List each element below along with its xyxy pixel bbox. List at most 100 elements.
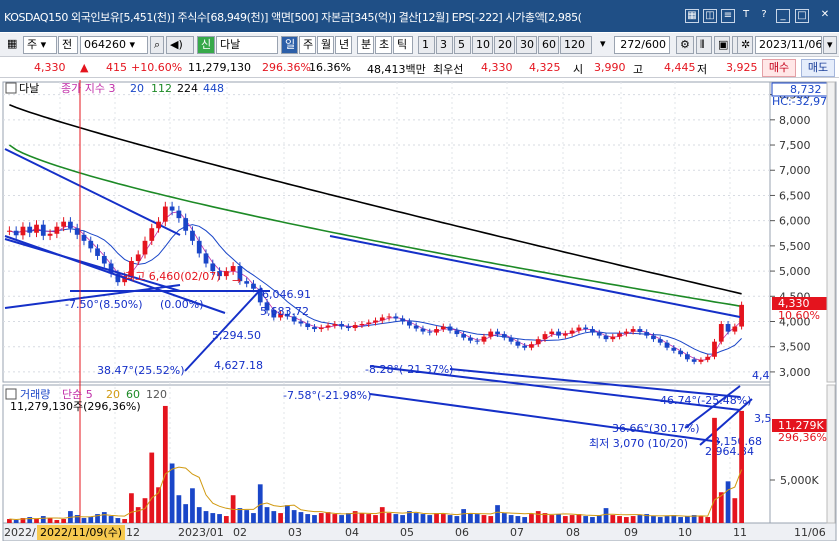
buy-button[interactable]: 매수 [762, 59, 796, 77]
volume-bar [101, 512, 107, 523]
low-label: 저 [697, 63, 708, 76]
candle-body [698, 359, 704, 362]
price-change-pct: +10.60% [131, 61, 183, 74]
volume-bar [705, 517, 711, 523]
settings-gear-icon[interactable]: ✲ [737, 36, 753, 54]
candle-body [149, 228, 155, 241]
hc-label: HC:-32,97 [772, 95, 827, 108]
candle-body [27, 226, 33, 233]
arrow-right-icon: → [232, 274, 241, 287]
interval-1[interactable]: 1 [418, 36, 435, 54]
interval-120[interactable]: 120 [560, 36, 592, 54]
volume-bar [190, 488, 195, 523]
volume-bar [522, 517, 528, 523]
candle-body [54, 226, 60, 234]
list-icon[interactable]: ≡ [721, 9, 735, 23]
volume-bar [217, 514, 222, 523]
candle-body [718, 324, 724, 342]
volume-bar [698, 516, 704, 523]
volume-bar [47, 518, 53, 523]
legend-checkbox[interactable] [5, 82, 17, 94]
volume-bar [583, 516, 589, 523]
period-tab-month[interactable]: 월 [317, 36, 334, 54]
candle-body [40, 224, 46, 236]
interval-3[interactable]: 3 [436, 36, 453, 54]
volume-bar [135, 507, 141, 523]
candle-body [590, 329, 595, 333]
grid-icon[interactable]: ▦ [685, 9, 699, 23]
volume-bar [739, 410, 744, 523]
maximize-icon[interactable]: □ [795, 9, 809, 23]
date-input[interactable]: 2023/11/06 [755, 36, 822, 54]
volume-bar [447, 515, 453, 523]
minimize-icon[interactable]: _ [776, 9, 790, 23]
grid-toggle-icon[interactable]: ▦ [4, 36, 22, 54]
volume-bar [318, 513, 324, 523]
period-tab-tick[interactable]: 틱 [393, 36, 413, 54]
price-scrollbar[interactable] [826, 81, 836, 383]
interval-60[interactable]: 60 [538, 36, 559, 54]
candle-body [535, 339, 541, 345]
volume-bar [386, 513, 392, 523]
stock-chart[interactable]: 3,0003,5004,0004,5005,0005,5006,0006,500… [0, 79, 839, 541]
y-tick-label: 6,000 [779, 215, 811, 228]
stock-code-input[interactable]: 064260 ▾ [80, 36, 148, 54]
volume-scrollbar[interactable] [826, 384, 836, 524]
candle-body [251, 283, 256, 289]
interval-5[interactable]: 5 [454, 36, 471, 54]
interval-30[interactable]: 30 [516, 36, 537, 54]
volume-bar [535, 511, 541, 523]
volume-ratio: 296.36% [262, 61, 311, 74]
close-icon[interactable]: ✕ [818, 9, 832, 23]
candle-body [142, 240, 148, 255]
code-prefix-button[interactable]: 전 [58, 36, 78, 54]
candle-body [481, 336, 487, 342]
volume-bar [623, 517, 629, 523]
period-tab-week[interactable]: 주 [299, 36, 316, 54]
candle-body [630, 329, 636, 332]
calendar-icon[interactable]: ▾ [823, 36, 837, 54]
chevron-down-icon[interactable]: ▾ [597, 36, 611, 54]
candle-body [176, 210, 182, 219]
period-tab-second[interactable]: 초 [375, 36, 392, 54]
candle-body [7, 230, 12, 232]
candle-body [373, 320, 378, 323]
period-tab-minute[interactable]: 분 [357, 36, 374, 54]
toolbar: ▦ 주 ▾ 전 064260 ▾ ⌕ ◀) 신 다날 일 주 월 년 분 초 틱… [0, 33, 839, 57]
candle-body [427, 331, 433, 333]
volume-bar [40, 516, 46, 523]
volume-bar [508, 515, 514, 523]
interval-20[interactable]: 20 [494, 36, 515, 54]
candle-body [352, 325, 358, 329]
help-icon[interactable]: ? [757, 9, 771, 23]
title-bar: KOSDAQ150 외국인보유[5,451(천)] 주식수[68,949(천)]… [0, 0, 839, 32]
candle-body [705, 356, 711, 360]
search-icon[interactable]: ⌕ [150, 36, 164, 54]
market-type-select[interactable]: 주 ▾ [23, 36, 57, 54]
candle-body [20, 226, 26, 236]
legend-ma-112: 112 [151, 82, 172, 95]
indicator-icon[interactable]: ⚙ [676, 36, 694, 54]
annotation-right-4: 4,4 [752, 369, 770, 382]
speaker-icon[interactable]: ◀) [166, 36, 194, 54]
disk-icon[interactable]: ▣ [714, 36, 730, 54]
text-icon[interactable]: T [739, 9, 753, 23]
volume-bar [549, 515, 555, 523]
volume-bar [461, 509, 467, 523]
display-count-input[interactable]: 272/600 [614, 36, 670, 54]
volume-checkbox[interactable] [5, 388, 17, 400]
x-label-mar: 03 [288, 526, 302, 539]
x-label-may: 05 [400, 526, 414, 539]
candle-body [47, 233, 53, 236]
volume-bar [305, 514, 311, 523]
candle-icon[interactable]: ⫴ [696, 36, 712, 54]
period-tab-day[interactable]: 일 [281, 36, 298, 54]
best-ask-label: 최우선 [433, 63, 464, 76]
stock-name-field[interactable]: 다날 [216, 36, 278, 54]
sell-button[interactable]: 매도 [801, 59, 835, 77]
volume-bar [129, 493, 134, 523]
candle-body [393, 316, 399, 319]
period-tab-year[interactable]: 년 [335, 36, 352, 54]
save-icon[interactable]: ◫ [703, 9, 717, 23]
interval-10[interactable]: 10 [472, 36, 493, 54]
